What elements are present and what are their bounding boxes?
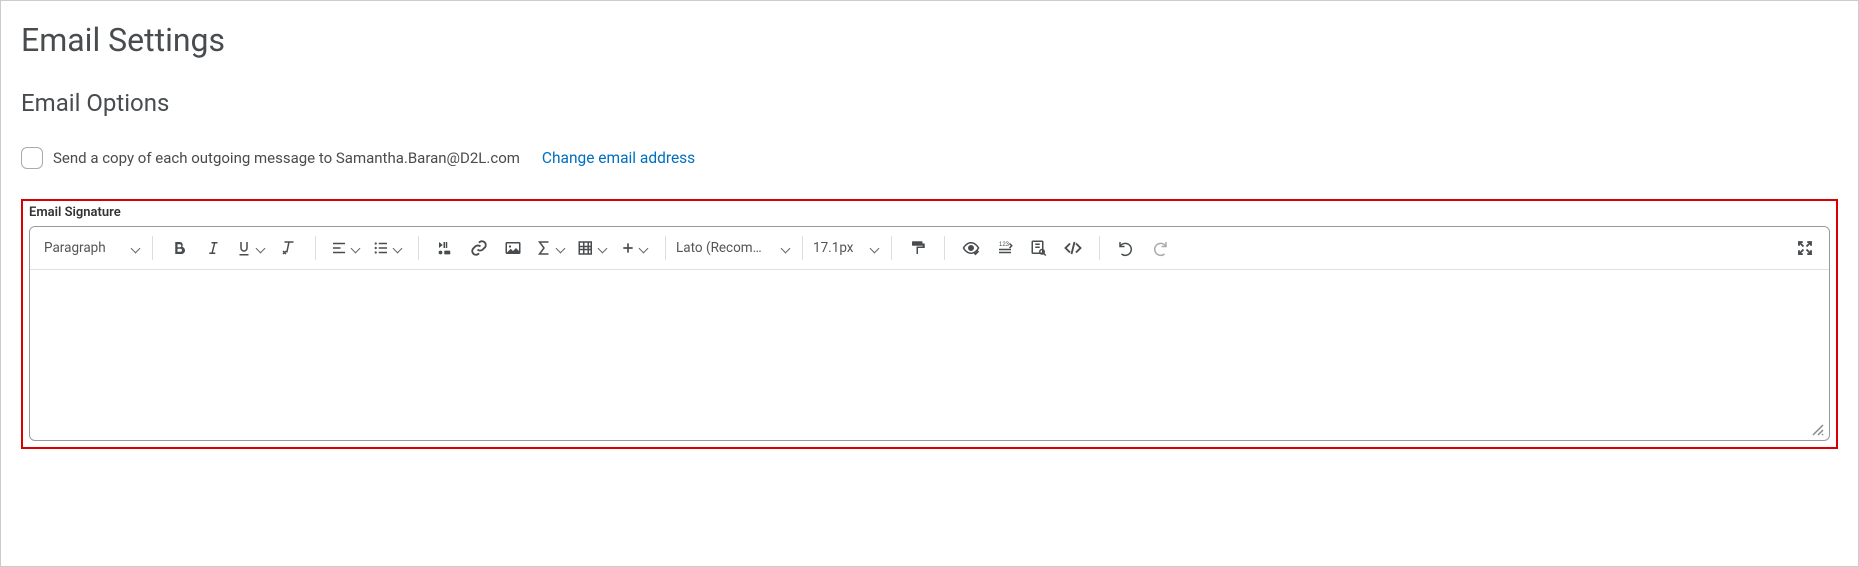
editor-toolbar: Paragraph xyxy=(30,227,1829,270)
undo-icon xyxy=(1117,239,1135,257)
align-icon xyxy=(330,239,348,257)
chevron-down-icon xyxy=(130,242,142,254)
eye-check-icon xyxy=(962,239,980,257)
insert-image-button[interactable] xyxy=(497,233,529,263)
section-title-email-options: Email Options xyxy=(21,89,1838,117)
chevron-down-icon xyxy=(597,242,609,254)
equation-button[interactable] xyxy=(531,233,571,263)
toolbar-separator xyxy=(891,236,892,260)
chevron-down-icon xyxy=(869,242,881,254)
toolbar-separator xyxy=(1099,236,1100,260)
italic-button[interactable] xyxy=(197,233,229,263)
block-format-value: Paragraph xyxy=(44,240,106,256)
toolbar-separator xyxy=(665,236,666,260)
chevron-down-icon xyxy=(255,242,267,254)
svg-text:123: 123 xyxy=(999,242,1010,248)
format-painter-button[interactable] xyxy=(902,233,934,263)
chevron-down-icon xyxy=(555,242,567,254)
underline-icon xyxy=(235,239,253,257)
toolbar-separator xyxy=(944,236,945,260)
insert-more-button[interactable] xyxy=(615,233,655,263)
block-format-select[interactable]: Paragraph xyxy=(38,233,148,263)
insert-link-button[interactable] xyxy=(463,233,495,263)
toolbar-separator xyxy=(315,236,316,260)
fullscreen-button[interactable] xyxy=(1789,233,1821,263)
toolbar-separator xyxy=(418,236,419,260)
redo-button[interactable] xyxy=(1144,233,1176,263)
bold-icon xyxy=(170,239,188,257)
plus-icon xyxy=(620,240,636,256)
rich-text-editor: Paragraph xyxy=(29,226,1830,441)
email-signature-label: Email Signature xyxy=(29,205,1830,220)
preview-icon xyxy=(1030,239,1048,257)
font-size-value: 17.1px xyxy=(813,240,854,256)
font-size-select[interactable]: 17.1px xyxy=(807,233,887,263)
send-copy-label: Send a copy of each outgoing message to … xyxy=(53,149,520,167)
code-icon xyxy=(1064,239,1082,257)
resize-handle[interactable] xyxy=(1811,422,1825,436)
sigma-icon xyxy=(535,239,553,257)
source-code-button[interactable] xyxy=(1057,233,1089,263)
undo-button[interactable] xyxy=(1110,233,1142,263)
italic-icon xyxy=(204,239,222,257)
email-settings-page: Email Settings Email Options Send a copy… xyxy=(0,0,1859,567)
editor-content-area[interactable] xyxy=(30,270,1829,440)
chevron-down-icon xyxy=(350,242,362,254)
change-email-link[interactable]: Change email address xyxy=(542,149,695,167)
toolbar-separator xyxy=(152,236,153,260)
font-family-value: Lato (Recomm… xyxy=(676,240,770,256)
clear-format-icon xyxy=(280,239,298,257)
insert-stuff-icon xyxy=(436,239,454,257)
accessibility-check-button[interactable] xyxy=(955,233,987,263)
word-count-button[interactable]: 123 xyxy=(989,233,1021,263)
toolbar-separator xyxy=(802,236,803,260)
list-button[interactable] xyxy=(368,233,408,263)
insert-stuff-button[interactable] xyxy=(429,233,461,263)
align-button[interactable] xyxy=(326,233,366,263)
clear-format-button[interactable] xyxy=(273,233,305,263)
link-icon xyxy=(470,239,488,257)
table-icon xyxy=(577,239,595,257)
table-button[interactable] xyxy=(573,233,613,263)
font-family-select[interactable]: Lato (Recomm… xyxy=(670,233,798,263)
bold-button[interactable] xyxy=(163,233,195,263)
word-count-icon: 123 xyxy=(996,239,1014,257)
page-title: Email Settings xyxy=(21,21,1838,59)
preview-button[interactable] xyxy=(1023,233,1055,263)
chevron-down-icon xyxy=(638,242,650,254)
image-icon xyxy=(504,239,522,257)
email-signature-section: Email Signature Paragraph xyxy=(21,199,1838,449)
list-icon xyxy=(372,239,390,257)
resize-icon xyxy=(1811,423,1825,437)
underline-button[interactable] xyxy=(231,233,271,263)
send-copy-option-row: Send a copy of each outgoing message to … xyxy=(21,147,1838,169)
chevron-down-icon xyxy=(392,242,404,254)
fullscreen-icon xyxy=(1796,239,1814,257)
send-copy-checkbox[interactable] xyxy=(21,147,43,169)
chevron-down-icon xyxy=(780,242,792,254)
redo-icon xyxy=(1151,239,1169,257)
format-painter-icon xyxy=(909,239,927,257)
